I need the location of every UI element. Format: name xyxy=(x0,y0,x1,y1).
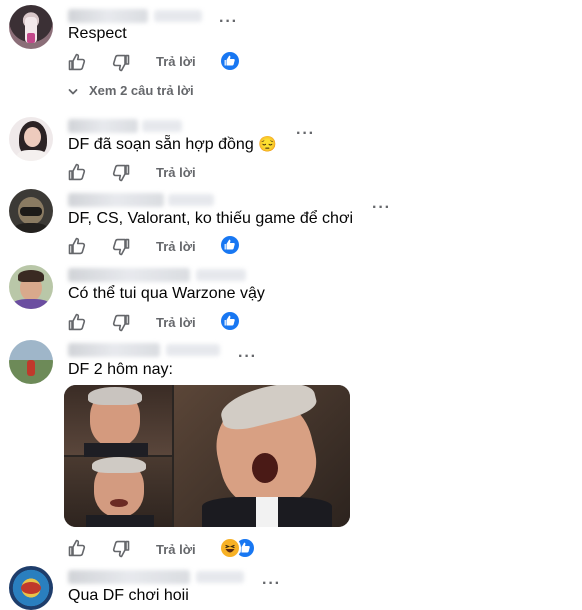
thumbs-up-icon[interactable] xyxy=(67,538,87,558)
reply-button[interactable]: Trả lời xyxy=(156,542,196,558)
comment-time[interactable] xyxy=(196,571,244,583)
thumbs-down-icon[interactable] xyxy=(111,539,131,559)
comment-text: Có thể tui qua Warzone vậy xyxy=(68,285,265,302)
comment-time[interactable] xyxy=(168,194,214,206)
like-reaction-icon[interactable] xyxy=(221,52,239,70)
chevron-down-icon xyxy=(68,89,78,95)
thumbs-up-icon[interactable] xyxy=(67,236,87,256)
thumbs-down-icon[interactable] xyxy=(111,237,131,257)
author-name[interactable] xyxy=(68,193,164,207)
sad-emoji: 😔 xyxy=(258,136,277,153)
comment-time[interactable] xyxy=(196,269,246,281)
author-name[interactable] xyxy=(68,119,138,133)
thumbs-up-icon[interactable] xyxy=(67,312,87,332)
thumbs-down-icon[interactable] xyxy=(111,53,131,73)
comment-time[interactable] xyxy=(166,344,220,356)
thumbs-up-icon[interactable] xyxy=(67,162,87,182)
reply-button[interactable]: Trả lời xyxy=(156,54,196,70)
comment-time[interactable] xyxy=(142,120,182,132)
reply-button[interactable]: Trả lời xyxy=(156,165,196,181)
see-replies-label: Xem 2 câu trả lời xyxy=(89,83,194,98)
comment-time[interactable] xyxy=(154,10,202,22)
more-options-icon[interactable]: ··· xyxy=(296,126,315,142)
avatar[interactable] xyxy=(9,117,53,161)
meme-panel-bottom-left xyxy=(64,457,172,527)
author-name[interactable] xyxy=(68,9,148,23)
avatar[interactable] xyxy=(9,5,53,49)
more-options-icon[interactable]: ··· xyxy=(238,349,257,365)
more-options-icon[interactable]: ··· xyxy=(372,200,391,216)
haha-reaction-icon[interactable] xyxy=(221,539,239,557)
comment-text: DF, CS, Valorant, ko thiếu game để chơi xyxy=(68,210,353,227)
avatar[interactable] xyxy=(9,566,53,610)
avatar[interactable] xyxy=(9,340,53,384)
more-options-icon[interactable]: ··· xyxy=(262,576,281,592)
meme-image[interactable] xyxy=(64,385,350,527)
avatar[interactable] xyxy=(9,265,53,309)
comment-text: DF 2 hôm nay: xyxy=(68,361,173,378)
author-name[interactable] xyxy=(68,570,190,584)
like-reaction-icon[interactable] xyxy=(221,312,239,330)
comment-text: Respect xyxy=(68,25,127,42)
more-options-icon[interactable]: ··· xyxy=(219,14,238,30)
author-name[interactable] xyxy=(68,268,190,282)
meme-panel-right xyxy=(174,385,350,527)
avatar[interactable] xyxy=(9,189,53,233)
comment-text: DF đã soạn sẵn hợp đồng 😔 xyxy=(68,135,277,155)
thumbs-down-icon[interactable] xyxy=(111,163,131,183)
reply-button[interactable]: Trả lời xyxy=(156,315,196,331)
comment-text: Qua DF chơi hoii xyxy=(68,587,189,604)
author-name[interactable] xyxy=(68,343,160,357)
reply-button[interactable]: Trả lời xyxy=(156,239,196,255)
comment-text-content: DF đã soạn sẵn hợp đồng xyxy=(68,136,254,153)
meme-panel-top-left xyxy=(64,385,172,457)
like-reaction-icon[interactable] xyxy=(221,236,239,254)
thumbs-down-icon[interactable] xyxy=(111,313,131,333)
thumbs-up-icon[interactable] xyxy=(67,52,87,72)
